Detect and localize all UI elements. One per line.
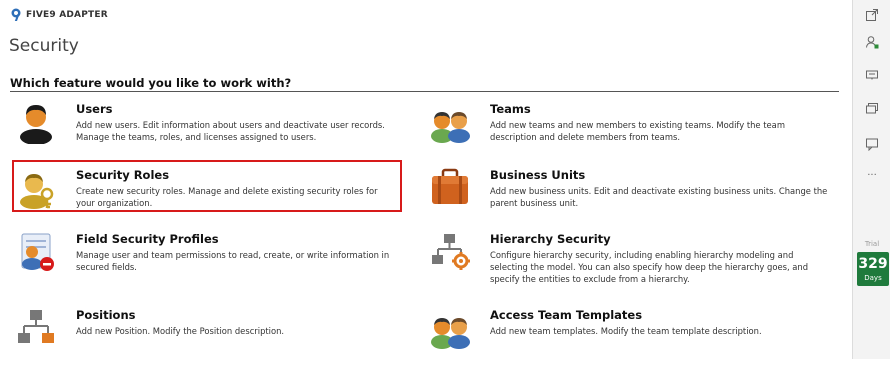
feature-positions[interactable]: Positions Add new Position. Modify the P… (14, 306, 414, 366)
page-title: Security (9, 36, 79, 56)
right-side-rail: ··· Trial 329 Days (852, 0, 890, 359)
messages-icon[interactable] (865, 102, 879, 116)
feature-description: Add new business units. Edit and deactiv… (490, 186, 828, 208)
trial-days-badge[interactable]: 329 Days (857, 252, 889, 286)
positions-icon (18, 310, 54, 343)
user-status-icon[interactable] (865, 35, 879, 49)
feature-access-team-templates[interactable]: Access Team Templates Add new team templ… (428, 306, 828, 366)
trial-label: Trial (864, 240, 880, 248)
more-icon[interactable]: ··· (853, 170, 890, 181)
feature-business-units[interactable]: Business Units Add new business units. E… (428, 166, 828, 226)
feature-description: Manage user and team permissions to read… (76, 250, 390, 272)
access-team-icon (431, 318, 470, 349)
feature-description: Add new Position. Modify the Position de… (76, 326, 285, 336)
feature-description: Add new users. Edit information about us… (76, 120, 385, 142)
trial-days-count: 329 (858, 256, 888, 272)
feature-field-security-profiles[interactable]: Field Security Profiles Manage user and … (14, 230, 414, 290)
feature-description: Add new teams and new members to existin… (490, 120, 785, 142)
feature-description: Create new security roles. Manage and de… (76, 186, 378, 208)
feature-name[interactable]: Security Roles (76, 168, 169, 182)
chat-icon[interactable] (865, 68, 879, 82)
teams-icon (431, 112, 470, 143)
feature-security-roles[interactable]: Security Roles Create new security roles… (14, 166, 399, 226)
feature-name[interactable]: Field Security Profiles (76, 232, 219, 246)
main-content: FIVE9 ADAPTER Security Which feature wou… (0, 0, 852, 359)
field-security-icon (21, 233, 54, 271)
briefcase-icon (432, 168, 468, 204)
feature-name[interactable]: Hierarchy Security (490, 232, 611, 246)
feature-name[interactable]: Access Team Templates (490, 308, 642, 322)
app-name: FIVE9 ADAPTER (26, 10, 108, 20)
feature-description: Add new team templates. Modify the team … (490, 326, 762, 336)
security-roles-icon (20, 174, 54, 209)
feature-name[interactable]: Users (76, 102, 113, 116)
feature-description: Configure hierarchy security, including … (490, 250, 809, 284)
feature-name[interactable]: Teams (490, 102, 531, 116)
feature-name[interactable]: Positions (76, 308, 136, 322)
trial-days-label: Days (864, 274, 882, 282)
app-brand: FIVE9 ADAPTER (10, 8, 108, 22)
expand-icon[interactable] (865, 8, 879, 22)
section-divider (10, 91, 839, 92)
user-icon (20, 105, 52, 144)
feature-teams[interactable]: Teams Add new teams and new members to e… (428, 100, 828, 160)
comment-icon[interactable] (865, 137, 879, 151)
feature-name[interactable]: Business Units (490, 168, 585, 182)
five9-logo-icon (11, 8, 21, 21)
section-heading: Which feature would you like to work wit… (10, 76, 292, 90)
hierarchy-icon (432, 234, 470, 270)
feature-users[interactable]: Users Add new users. Edit information ab… (14, 100, 414, 160)
feature-hierarchy-security[interactable]: Hierarchy Security Configure hierarchy s… (428, 230, 828, 290)
